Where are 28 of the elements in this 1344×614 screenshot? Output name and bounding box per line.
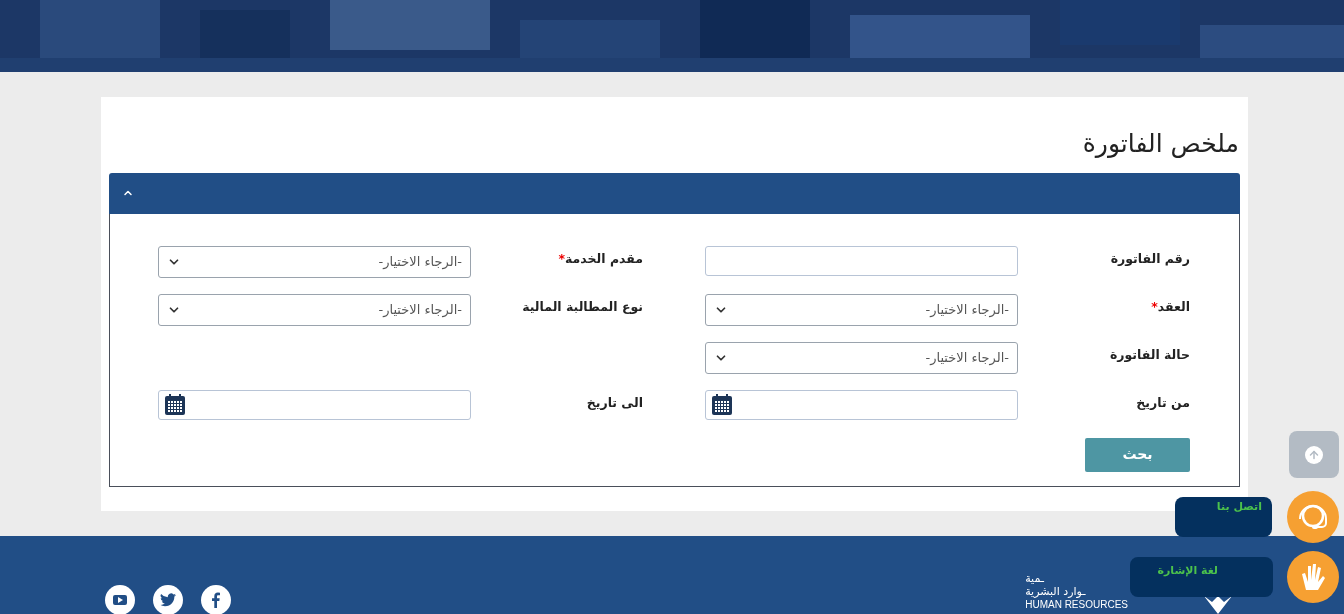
logo-text: ـمية [1025,572,1044,585]
select-field[interactable]: -الرجاء الاختيار- [705,293,1018,326]
panel-header[interactable] [109,172,1240,214]
calendar-icon[interactable] [710,392,734,417]
calendar-icon[interactable] [163,392,187,417]
date-field[interactable] [705,389,1018,420]
twitter-icon[interactable] [153,585,183,614]
select-field[interactable]: -الرجاء الاختيار- [158,293,471,326]
select-field[interactable]: -الرجاء الاختيار- [158,245,471,278]
field-label: نوع المطالبة المالية [521,297,644,316]
logo-text: HUMAN RESOURCES [1025,598,1128,611]
youtube-icon[interactable] [105,585,135,614]
field-label: من تاريخ [1135,393,1190,412]
date-field[interactable] [158,389,471,420]
field-label: حالة الفاتورة [1108,345,1190,364]
text-field[interactable] [705,245,1018,276]
page-title: ملخص الفاتورة [1081,128,1240,160]
field-label: مقدم الخدمة* [557,249,644,269]
field-label: العقد* [1150,297,1190,316]
field-label: الى تاريخ [585,393,644,412]
logo-text: ـوارد البشرية [1025,585,1086,598]
select-field[interactable]: -الرجاء الاختيار- [705,341,1018,374]
facebook-icon[interactable] [201,585,231,614]
field-label: رقم الفاتورة [1109,249,1190,268]
contact-button[interactable] [1287,491,1339,543]
arrow-up-icon [1308,448,1320,461]
tooltip: اتصل بنا [1175,497,1272,537]
tooltip: لغة الإشارة [1130,557,1273,597]
